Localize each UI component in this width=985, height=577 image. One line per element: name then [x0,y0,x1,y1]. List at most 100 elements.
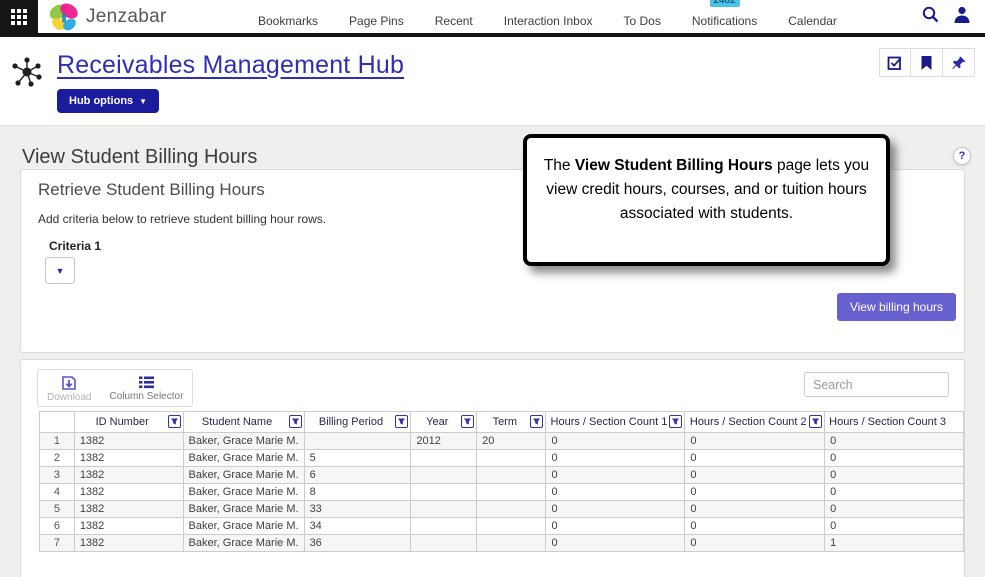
filter-icon[interactable] [461,415,475,428]
column-header-term: Term [476,411,547,433]
jenzabar-logo[interactable]: Jenzabar [46,1,167,33]
table-cell: 2012 [410,432,478,450]
main-nav: Bookmarks Page Pins Recent Interaction Inbo… [258,0,837,33]
table-cell [476,500,547,518]
brand-name: Jenzabar [86,6,167,27]
table-cell: Baker, Grace Marie M. [182,466,305,484]
table-cell: 34 [303,517,412,535]
column-header-hours-section-count-3: Hours / Section Count 3 [824,411,964,433]
info-callout: The View Student Billing Hours page lets… [523,134,890,266]
table-cell [410,449,478,467]
filter-icon[interactable] [395,415,409,428]
page-content: View Student Billing Hours ? Retrieve St… [0,125,985,577]
callout-text-prefix: The [543,157,575,174]
hub-options-button[interactable]: Hub options ▼ [57,89,160,113]
edit-check-button[interactable] [879,48,911,77]
help-button[interactable]: ? [953,147,971,165]
billing-table: ID Number Student Name Billing Period Year T… [39,411,964,552]
nav-item-bookmarks[interactable]: Bookmarks [258,6,318,28]
table-row[interactable]: 6 1382 Baker, Grace Marie M. 34 0 0 0 [39,517,964,535]
table-cell: 0 [824,500,964,518]
hub-title-link[interactable]: Receivables Management Hub [57,51,404,80]
table-cell: 0 [545,500,686,518]
filter-icon[interactable] [167,415,181,428]
table-cell [476,483,547,501]
table-cell: 1382 [73,449,184,467]
table-row[interactable]: 3 1382 Baker, Grace Marie M. 6 0 0 0 [39,466,964,484]
app-launcher-button[interactable] [0,0,38,33]
row-number-cell: 2 [39,449,75,467]
table-cell: 6 [303,466,412,484]
callout-text-bold: View Student Billing Hours [574,157,773,174]
download-button[interactable]: Download [38,370,100,406]
download-icon [62,376,77,390]
table-cell: 0 [684,483,826,501]
hub-network-icon [12,57,42,87]
column-selector-icon [138,376,154,389]
table-cell: 0 [824,449,964,467]
row-number-header [39,411,75,433]
table-row[interactable]: 7 1382 Baker, Grace Marie M. 36 0 0 1 [39,534,964,552]
table-cell: 0 [545,483,686,501]
table-cell: 0 [824,466,964,484]
table-cell: 1382 [73,500,184,518]
table-cell [476,449,547,467]
filter-icon[interactable] [809,415,823,428]
column-selector-button[interactable]: Column Selector [100,370,192,406]
table-cell: 1382 [73,534,184,552]
table-cell [410,500,478,518]
apps-grid-icon [11,8,27,25]
criteria-1-dropdown[interactable]: ▼ [45,257,75,284]
table-cell: 0 [684,466,826,484]
filter-icon[interactable] [669,415,683,428]
column-header-student-name: Student Name [182,411,305,433]
row-number-cell: 1 [39,432,75,450]
table-cell [410,483,478,501]
user-profile-icon[interactable] [953,5,971,24]
table-cell: 1 [824,534,964,552]
nav-item-recent[interactable]: Recent [435,6,473,28]
filter-icon[interactable] [530,415,544,428]
page-title: View Student Billing Hours [22,146,258,168]
table-cell: 0 [684,449,826,467]
nav-item-page-pins[interactable]: Page Pins [349,6,404,28]
column-header-billing-period: Billing Period [303,411,412,433]
table-cell: Baker, Grace Marie M. [182,534,305,552]
bookmark-icon [921,55,932,70]
nav-item-to-dos[interactable]: To Dos [624,6,661,28]
nav-item-notifications[interactable]: Notifications 2462 [692,0,757,28]
billing-hours-grid-panel: Download Column Selector ID NumberStuden… [20,359,965,577]
table-cell: 0 [824,517,964,535]
table-row[interactable]: 2 1382 Baker, Grace Marie M. 5 0 0 0 [39,449,964,467]
view-billing-hours-button[interactable]: View billing hours [836,293,956,321]
hub-header: Receivables Management Hub Hub options ▼ [0,37,985,125]
table-cell [410,517,478,535]
filter-icon[interactable] [288,415,302,428]
table-row[interactable]: 4 1382 Baker, Grace Marie M. 8 0 0 0 [39,483,964,501]
table-cell: Baker, Grace Marie M. [182,449,305,467]
grid-toolbar: Download Column Selector [37,369,194,407]
table-row[interactable]: 1 1382 Baker, Grace Marie M. 2012 20 0 0 0 [39,432,964,450]
table-cell: 0 [684,500,826,518]
bookmark-button[interactable] [911,48,943,77]
table-cell [303,432,412,450]
table-cell: 20 [476,432,547,450]
nav-item-calendar[interactable]: Calendar [788,6,837,28]
table-cell: 0 [684,517,826,535]
row-number-cell: 5 [39,500,75,518]
criteria-1-label: Criteria 1 [49,239,102,253]
table-cell [476,517,547,535]
pin-button[interactable] [943,48,975,77]
nav-item-interaction-inbox[interactable]: Interaction Inbox [504,6,593,28]
row-number-cell: 3 [39,466,75,484]
table-cell: 8 [303,483,412,501]
grid-search-input[interactable] [804,372,949,397]
table-cell: 1382 [73,466,184,484]
table-cell [476,534,547,552]
table-row[interactable]: 5 1382 Baker, Grace Marie M. 33 0 0 0 [39,500,964,518]
row-number-cell: 4 [39,483,75,501]
table-cell: 0 [545,517,686,535]
table-cell [410,534,478,552]
search-icon[interactable] [921,5,940,24]
table-cell: Baker, Grace Marie M. [182,500,305,518]
